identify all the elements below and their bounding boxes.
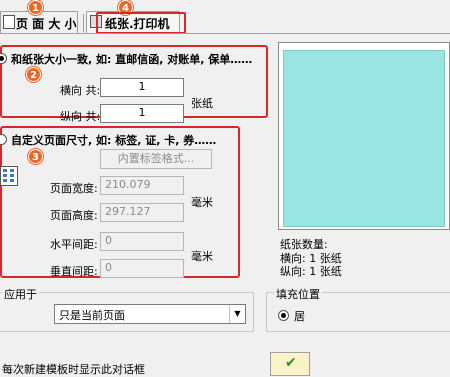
apply-to-selected: 只是当前页面 [59,309,125,322]
horizontal-gap-input[interactable]: 0 [100,232,184,251]
custom-size-radio-label: 自定义页面尺寸, 如: 标签, 证, 卡, 券…… [11,134,217,147]
step-badge-1: 1 [28,0,43,15]
show-dialog-on-new-template-text: 每次新建模板时显示此对话框 [2,363,145,376]
page-height-label: 页面高度: [50,209,98,222]
fill-position-group-label: 填充位置 [274,286,322,302]
vertical-gap-label: 垂直间距: [50,265,98,278]
vertical-count-label: 纵向 共: [60,110,101,123]
size-unit-label: 毫米 [191,196,213,209]
vertical-gap-input[interactable]: 0 [100,259,184,278]
ok-button[interactable]: ✔ [270,352,310,376]
apply-to-dropdown[interactable]: 只是当前页面 ▼ [54,304,246,324]
page-preview [283,50,445,227]
label-sheet-icon [0,166,18,189]
apply-to-group-label: 应用于 [2,286,39,302]
step-badge-3: 3 [28,149,43,164]
horizontal-gap-label: 水平间距: [50,238,98,251]
tab-divider [83,14,84,32]
fill-position-radio[interactable] [278,310,289,321]
fill-position-option-label: 居 [294,310,305,323]
page-width-label: 页面宽度: [50,182,98,195]
page-height-input[interactable]: 297.127 [100,203,184,222]
step-badge-2: 2 [26,67,41,82]
page-width-input[interactable]: 210.079 [100,176,184,195]
horizontal-count-input[interactable]: 1 [100,78,184,97]
chevron-down-icon[interactable]: ▼ [229,305,245,323]
page-icon [3,15,15,29]
checkmark-icon: ✔ [285,355,297,371]
sheets-unit-label: 张纸 [191,97,213,110]
sheet-count-vertical: 纵向: 1 张纸 [280,265,342,278]
horizontal-count-label: 横向 共: [60,84,101,97]
paper-size-radio-label: 和纸张大小一致, 如: 直邮信函, 对账单, 保单…… [11,53,253,66]
tab-page-size[interactable]: 页 面 大 小 [0,11,78,33]
tab-page-size-label: 页 面 大 小 [16,17,77,31]
gap-unit-label: 毫米 [191,250,213,263]
tab-underline [0,33,450,34]
vertical-count-input[interactable]: 1 [100,104,184,123]
tab-highlight [96,12,186,34]
builtin-label-format-button[interactable]: 内置标签格式... [100,149,212,169]
